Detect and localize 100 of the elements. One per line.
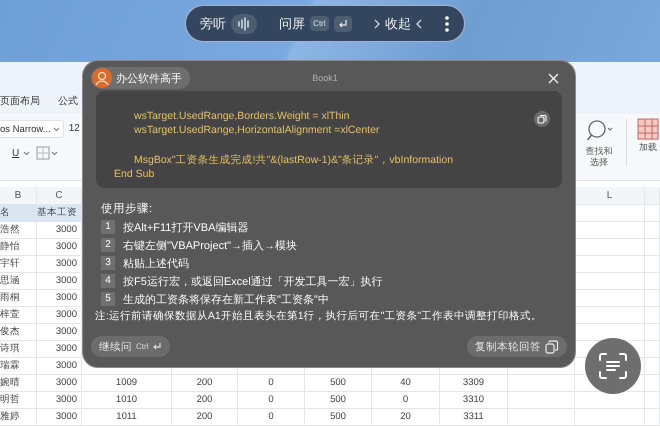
caret-icon (23, 150, 30, 156)
table-cell: 浩然 (0, 222, 37, 239)
empty-cell (645, 205, 660, 222)
table-cell: 3000 (37, 392, 82, 409)
table-cell: 3000 (37, 375, 82, 392)
add-ins-button[interactable]: 加载 (637, 118, 659, 153)
chevron-right-icon (374, 18, 380, 28)
collapse-button[interactable]: 收起 (374, 14, 422, 32)
empty-cell (645, 273, 660, 290)
table-cell: 0 (238, 409, 305, 426)
more-icon[interactable] (444, 14, 450, 32)
table-cell: 宇轩 (0, 256, 37, 273)
step-number: 3 (101, 256, 115, 270)
table-cell: 梓萱 (0, 307, 37, 324)
note-text: 注:运行前请确保数据从A1开始且表头在第1行，执行后可在"工资条"工作表中调整打印格式。 (95, 310, 542, 322)
table-cell: 200 (172, 392, 238, 409)
table-cell: 雨桐 (0, 290, 37, 307)
empty-cell (645, 222, 660, 239)
empty-cell (645, 409, 660, 426)
ask-screen-button[interactable]: 问屏 Ctrl (279, 14, 352, 32)
step-number: 5 (101, 292, 115, 306)
table-cell: 雅婷 (0, 409, 37, 426)
enter-key-icon (334, 16, 352, 32)
ribbon-tab[interactable]: 页面布局 (0, 94, 40, 108)
table-cell: 3310 (440, 392, 508, 409)
table-cell: 500 (305, 409, 372, 426)
table-header-cell: 名 (0, 205, 37, 222)
empty-cell (645, 375, 660, 392)
empty-cell (645, 358, 660, 375)
window-title: Book1 (312, 73, 338, 83)
table-cell: 500 (305, 392, 372, 409)
step-text: 粘贴上述代码 (123, 256, 189, 270)
code-line: wsTarget.UsedRange,Borders.Weight = xlThin (133, 109, 350, 123)
table-cell: 3000 (37, 358, 82, 375)
table-cell: 静怡 (0, 239, 37, 256)
assistant-name: 办公软件高手 (116, 72, 182, 86)
table-header-cell: 基本工资 (37, 205, 82, 222)
empty-cell (508, 392, 575, 409)
scan-icon (598, 352, 628, 380)
step-text: 右键左侧"VBAProject"→插入→模块 (123, 238, 298, 252)
empty-cell (645, 239, 660, 256)
table-cell: 20 (372, 409, 440, 426)
find-select-button[interactable]: 查找和选择 (582, 118, 616, 168)
table-cell: 1009 (82, 375, 172, 392)
table-cell: 3311 (440, 409, 508, 426)
step-text: 按F5运行宏，或返回Excel通过「开发工具一宏」执行 (123, 274, 383, 288)
table-cell: 3000 (37, 409, 82, 426)
step-text: 按Alt+F11打开VBA编辑器 (123, 220, 248, 234)
table-cell: 0 (238, 375, 305, 392)
table-cell: 明哲 (0, 392, 37, 409)
step-number: 2 (101, 238, 115, 252)
table-cell: 200 (172, 375, 238, 392)
table-cell: 婉晴 (0, 375, 37, 392)
empty-cell (645, 341, 660, 358)
copy-icon (545, 340, 559, 354)
copy-icon[interactable] (534, 111, 550, 127)
empty-cell (645, 290, 660, 307)
table-cell: 0 (372, 392, 440, 409)
table-cell: 0 (238, 392, 305, 409)
table-cell: 1011 (82, 409, 172, 426)
empty-cell (645, 307, 660, 324)
empty-cell (645, 392, 660, 409)
enter-key-icon (152, 342, 162, 351)
empty-cell (645, 256, 660, 273)
font-size-field[interactable]: 12 (68, 121, 80, 137)
shortcut-key: Ctrl (310, 16, 329, 31)
table-cell: 俊杰 (0, 324, 37, 341)
empty-cell (575, 409, 645, 426)
code-line: wsTarget.UsedRange,HorizontalAlignment =xlCenter (133, 123, 380, 137)
assistant-chip[interactable]: 办公软件高手 (91, 67, 190, 89)
step-number: 1 (101, 220, 115, 234)
avatar-icon (92, 68, 112, 88)
table-cell: 200 (172, 409, 238, 426)
table-cell: 瑞霖 (0, 358, 37, 375)
table-cell: 诗琪 (0, 341, 37, 358)
close-icon[interactable] (548, 72, 559, 84)
empty-cell (508, 375, 575, 392)
step-number: 4 (101, 274, 115, 288)
border-icon[interactable] (36, 146, 58, 160)
steps-title: 使用步骤: (101, 203, 152, 215)
grid-icon (637, 118, 659, 140)
copy-answer-button[interactable]: 复制本轮回答 (467, 336, 567, 357)
caret-icon (52, 126, 60, 132)
code-line: End Sub (114, 167, 154, 181)
table-cell: 3309 (440, 375, 508, 392)
empty-cell (508, 409, 575, 426)
table-cell: 40 (372, 375, 440, 392)
underline-button[interactable]: U (10, 148, 32, 158)
table-cell: 1010 (82, 392, 172, 409)
continue-button[interactable]: 继续问 Ctrl (91, 336, 170, 357)
step-text: 生成的工资条将保存在新工作表"工资条"中 (123, 292, 329, 306)
listen-button[interactable]: 旁听 (200, 14, 257, 34)
chevron-left-icon (416, 18, 422, 28)
sound-wave-icon (231, 14, 257, 34)
shortcut-key: Ctrl (136, 342, 148, 351)
code-line: MsgBox"工资条生成完成!共"&(lastRow-1)&"条记录"，vbInformation (133, 153, 454, 167)
empty-cell (645, 324, 660, 341)
table-cell: 500 (305, 375, 372, 392)
ribbon-tab[interactable]: 公式 (58, 94, 78, 108)
font-name-field[interactable]: os Narrow... (0, 120, 64, 138)
